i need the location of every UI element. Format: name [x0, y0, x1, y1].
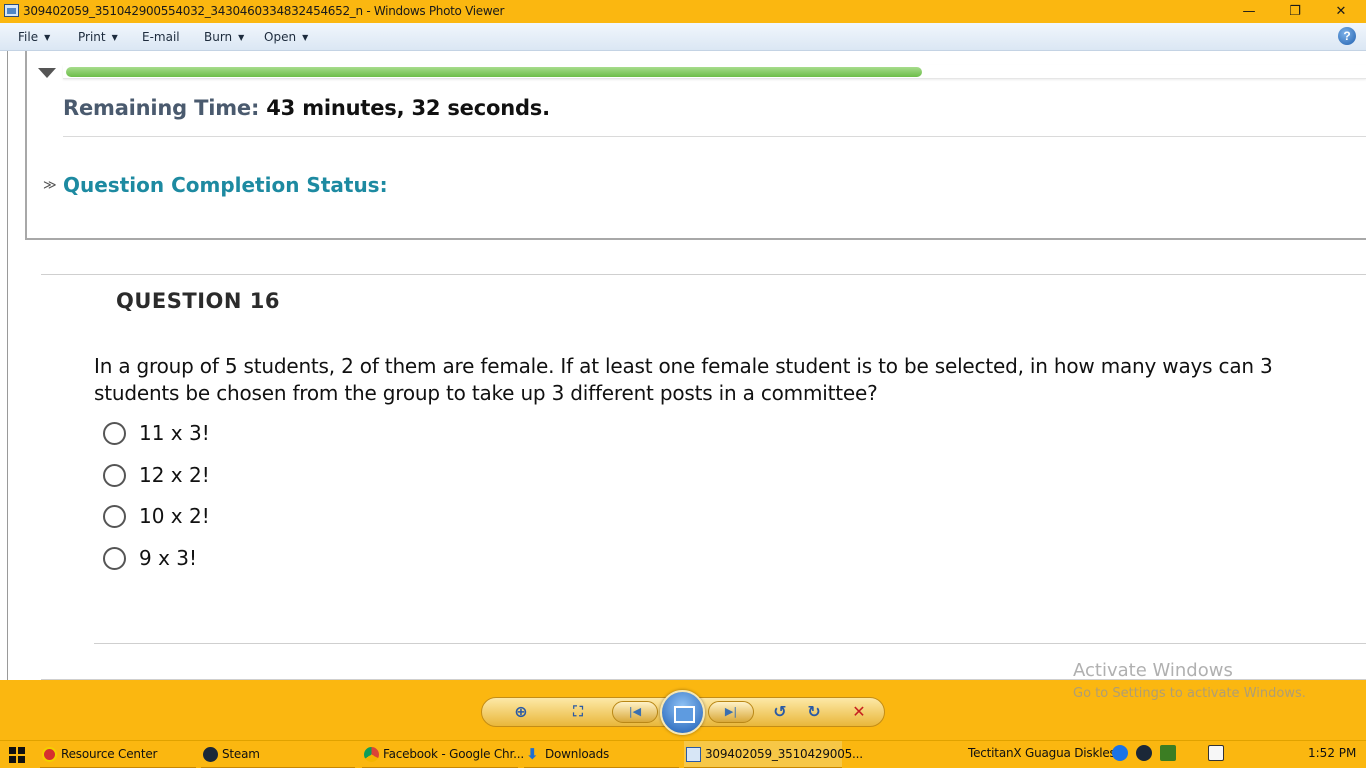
divider	[41, 274, 1366, 275]
next-button[interactable]: ▶|	[708, 701, 754, 723]
rotate-counterclockwise-icon[interactable]: ↺	[769, 702, 791, 722]
taskbar-item-resource-center[interactable]: Resource Center	[40, 741, 196, 768]
chrome-icon	[364, 747, 379, 762]
taskbar-item-photo-viewer[interactable]: 309402059_3510429005...	[684, 741, 863, 768]
steam-icon	[203, 747, 218, 762]
taskbar-item-downloads[interactable]: ⬇ Downloads	[524, 741, 679, 768]
tray-app-icon[interactable]	[1112, 745, 1128, 761]
activation-watermark-title: Activate Windows	[1073, 660, 1233, 681]
radio-button-icon	[103, 464, 126, 487]
remaining-time-value: 43 minutes, 32 seconds.	[259, 96, 550, 120]
zoom-icon[interactable]: ⊕	[510, 702, 532, 722]
remaining-time-label: Remaining Time:	[63, 96, 260, 120]
radio-button-icon	[103, 547, 126, 570]
answer-option-label: 12 x 2!	[139, 463, 210, 487]
help-icon[interactable]: ?	[1338, 27, 1356, 45]
slideshow-button[interactable]	[660, 690, 705, 735]
collapse-triangle-icon	[38, 68, 56, 78]
close-button[interactable]: ✕	[1318, 0, 1364, 23]
radio-button-icon	[103, 505, 126, 528]
taskbar-item-chrome[interactable]: Facebook - Google Chr...	[362, 741, 524, 768]
photo-viewer-icon	[4, 4, 19, 17]
photo-viewer-icon	[686, 747, 701, 762]
tray-network-label[interactable]: TectitanX Guagua Diskless	[968, 746, 1122, 760]
menu-burn[interactable]: Burn ▼	[204, 30, 244, 44]
chevron-down-icon: ▼	[238, 33, 245, 42]
steam-tray-icon[interactable]	[1136, 745, 1152, 761]
chevron-down-icon: ▼	[44, 33, 51, 42]
delete-icon[interactable]: ✕	[848, 702, 870, 722]
time-progress-bar	[66, 67, 922, 77]
divider	[7, 51, 8, 680]
taskbar-clock[interactable]: 1:52 PM	[1308, 746, 1356, 760]
status-panel	[25, 51, 1366, 240]
answer-option-label: 10 x 2!	[139, 504, 210, 528]
question-text: In a group of 5 students, 2 of them are …	[94, 354, 1273, 405]
chevron-down-icon: ▼	[111, 33, 118, 42]
activation-watermark-subtitle: Go to Settings to activate Windows.	[1073, 686, 1306, 701]
network-icon[interactable]	[1208, 745, 1224, 761]
rotate-clockwise-icon[interactable]: ↻	[803, 702, 825, 722]
answer-option-label: 9 x 3!	[139, 546, 198, 570]
minimize-button[interactable]: —	[1226, 0, 1272, 23]
double-chevron-down-icon: ≫	[43, 178, 57, 193]
download-arrow-icon: ⬇	[526, 745, 539, 763]
question-completion-status: Question Completion Status:	[63, 173, 388, 197]
previous-button[interactable]: |◀	[612, 701, 658, 723]
menu-email[interactable]: E-mail	[142, 30, 180, 44]
divider	[94, 643, 1366, 644]
window-title: 309402059_351042900554032_34304603348324…	[23, 4, 505, 18]
resource-center-icon	[42, 747, 57, 762]
restore-button[interactable]: ❐	[1272, 0, 1318, 23]
title-bar: 309402059_351042900554032_34304603348324…	[0, 0, 1366, 23]
answer-option-label: 11 x 3!	[139, 421, 210, 445]
menu-open[interactable]: Open ▼	[264, 30, 308, 44]
actual-size-icon[interactable]: ⛶	[567, 702, 589, 722]
divider	[63, 136, 1366, 137]
menu-print[interactable]: Print ▼	[78, 30, 118, 44]
remaining-time: Remaining Time: 43 minutes, 32 seconds.	[63, 96, 550, 120]
gpu-tray-icon[interactable]	[1160, 745, 1176, 761]
menu-bar: File ▼ Print ▼ E-mail Burn ▼ Open ▼ ?	[0, 23, 1366, 51]
radio-button-icon	[103, 422, 126, 445]
chevron-down-icon: ▼	[302, 33, 309, 42]
photo-viewport: Remaining Time: 43 minutes, 32 seconds. …	[0, 51, 1366, 680]
taskbar-item-steam[interactable]: Steam	[201, 741, 355, 768]
windows-start-icon[interactable]	[9, 747, 25, 763]
question-title: QUESTION 16	[116, 289, 280, 313]
menu-file[interactable]: File ▼	[18, 30, 50, 44]
